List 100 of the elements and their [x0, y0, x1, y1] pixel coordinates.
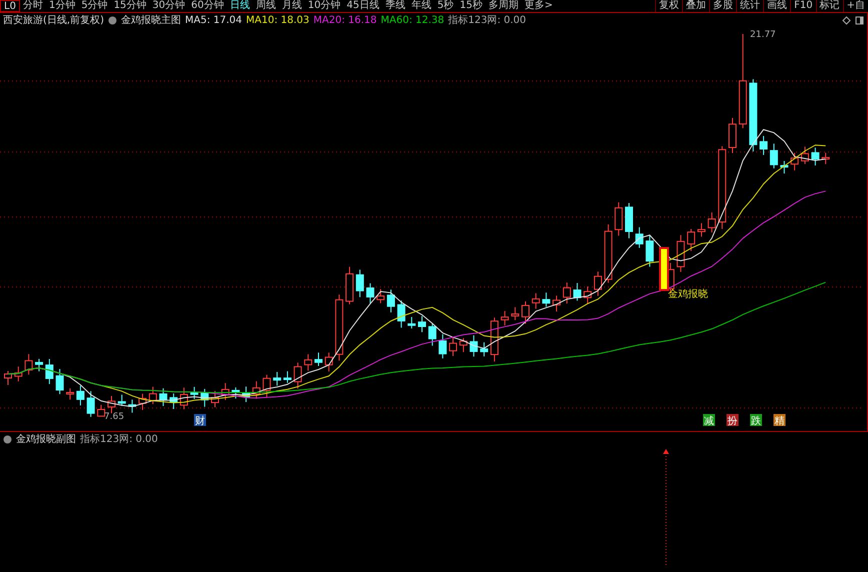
candlestick	[418, 316, 426, 333]
period-tab[interactable]: 多周期	[485, 0, 522, 12]
candlestick	[273, 371, 282, 386]
candlestick	[532, 292, 540, 310]
candlestick	[294, 362, 302, 390]
toolbar-button[interactable]: 多股	[709, 0, 736, 12]
panel-icon[interactable]	[855, 16, 864, 25]
period-tab[interactable]: 分时	[20, 0, 46, 12]
period-tab[interactable]: 年线	[408, 0, 434, 12]
period-tab[interactable]: 5分钟	[78, 0, 111, 12]
signal-badge[interactable]: 减	[703, 414, 715, 427]
candlestick	[408, 316, 416, 329]
period-tab[interactable]: 45日线	[344, 0, 382, 12]
toolbar-button[interactable]: 画线	[763, 0, 790, 12]
low-price-label: 7.65	[104, 412, 124, 422]
candlestick	[211, 390, 219, 408]
period-tab[interactable]: 月线	[278, 0, 305, 12]
period-tab[interactable]: 更多>	[521, 0, 556, 12]
candlestick	[438, 334, 447, 359]
candlestick	[366, 282, 374, 304]
candlestick	[780, 160, 788, 174]
period-selector[interactable]: L0	[0, 0, 20, 12]
candlestick	[242, 386, 250, 403]
candlestick	[646, 234, 654, 268]
candlestick	[459, 338, 468, 353]
candlestick	[604, 224, 612, 284]
candlestick	[490, 317, 498, 362]
candlestick	[24, 354, 33, 376]
candlestick	[676, 234, 685, 272]
sub-indicator-name: 金鸡报晓副图	[16, 434, 76, 446]
period-tab[interactable]: 季线	[382, 0, 408, 12]
signal-label: 金鸡报晓	[668, 289, 708, 300]
period-tab[interactable]: 15分钟	[110, 0, 150, 12]
toolbar-button[interactable]: F10	[790, 0, 816, 12]
candlestick	[14, 366, 22, 382]
stock-title: 西安旅游(日线,前复权)	[3, 14, 104, 26]
candlestick	[728, 118, 736, 154]
candlestick	[500, 310, 509, 326]
period-tab[interactable]: 1分钟	[46, 0, 78, 12]
candlestick	[118, 394, 126, 406]
candlestick	[97, 404, 106, 417]
event-marker[interactable]: 财	[194, 414, 206, 427]
period-tab[interactable]: 10分钟	[304, 0, 344, 12]
candlestick	[376, 288, 385, 304]
period-tab[interactable]: 60分钟	[188, 0, 227, 12]
candlestick	[76, 385, 84, 406]
candlestick	[397, 300, 406, 328]
candlestick	[697, 222, 706, 238]
candlestick	[4, 370, 12, 386]
candlestick	[625, 202, 633, 239]
candlestick	[470, 334, 478, 358]
candlestick	[449, 336, 458, 356]
candlestick	[128, 399, 136, 414]
period-tab[interactable]: 30分钟	[149, 0, 188, 12]
candlestick	[324, 352, 333, 372]
candlestick	[108, 396, 116, 414]
toolbar-button[interactable]: 标记	[816, 0, 843, 12]
period-tab[interactable]: 5秒	[434, 0, 457, 12]
candlestick	[262, 374, 271, 398]
candlestick	[221, 382, 230, 401]
candlestick	[35, 358, 44, 372]
candlestick	[148, 386, 157, 405]
period-tab[interactable]: 15秒	[456, 0, 486, 12]
candlestick	[314, 352, 322, 366]
candlestick	[138, 393, 147, 410]
toolbar-button[interactable]: 复权	[655, 0, 682, 12]
diamond-icon[interactable]	[842, 16, 851, 25]
indicator-menu-icon[interactable]	[3, 435, 12, 444]
signal-badge[interactable]: 精	[774, 414, 786, 427]
candlestick	[346, 266, 354, 305]
moving-average-value: MA20: 16.18	[313, 14, 377, 26]
candlestick	[594, 271, 602, 296]
period-tab[interactable]: 周线	[252, 0, 279, 12]
candlestick	[283, 370, 292, 384]
candlestick	[542, 292, 550, 308]
candlestick	[356, 269, 364, 298]
toolbar-button[interactable]: +自	[842, 0, 868, 12]
signal-badge[interactable]: 扮	[726, 414, 738, 427]
candlestick	[614, 202, 623, 236]
candlestick	[180, 387, 188, 410]
candlestick	[386, 289, 395, 313]
candlestick	[66, 388, 74, 400]
candlestick	[56, 368, 64, 395]
candlestick	[635, 226, 644, 248]
candlestick	[232, 386, 240, 400]
candlestick	[45, 358, 54, 385]
candlestick	[522, 300, 530, 324]
toolbar-button[interactable]: 叠加	[682, 0, 710, 12]
candlestick	[800, 146, 809, 164]
candlestick	[770, 143, 778, 169]
candlestick	[480, 342, 488, 357]
candlestick	[86, 390, 95, 418]
indicator-menu-icon[interactable]	[108, 16, 117, 25]
indicator-name: 金鸡报晓主图	[120, 14, 181, 26]
candlestick	[304, 354, 312, 372]
period-tab[interactable]: 日线	[226, 0, 253, 12]
signal-badge[interactable]: 跌	[750, 414, 762, 427]
candlestick	[252, 380, 260, 400]
candlestick	[760, 135, 768, 156]
candlestick	[428, 322, 436, 346]
